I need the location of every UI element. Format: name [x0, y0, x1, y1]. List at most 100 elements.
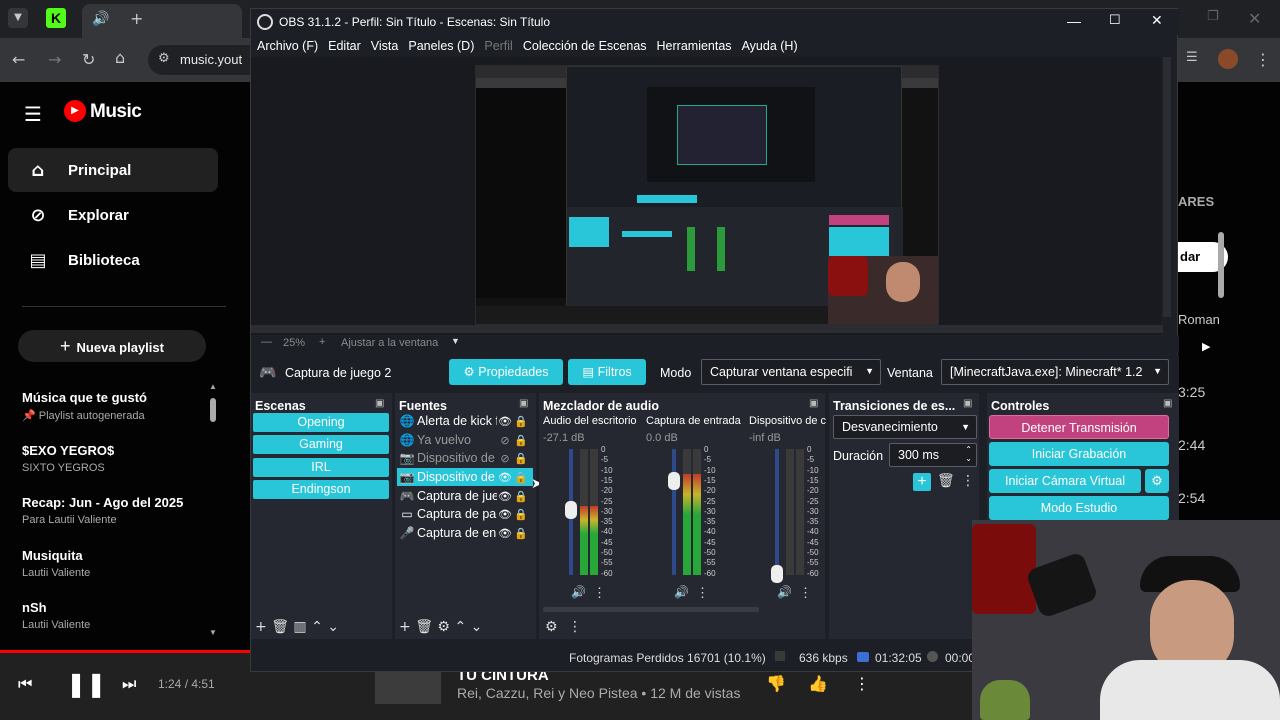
back-icon[interactable]: ←	[12, 50, 25, 69]
virtual-camera-settings-icon[interactable]: ⚙	[1145, 469, 1169, 493]
forward-icon[interactable]: →	[48, 50, 61, 69]
extensions-icon[interactable]: ☰	[1186, 50, 1198, 65]
playlist-item[interactable]: $EXO YEGRO$ SIXTO YEGROS	[22, 443, 212, 474]
lock-icon[interactable]: 🔒	[513, 508, 529, 521]
more-options-icon[interactable]: ⋮	[854, 674, 870, 693]
site-settings-icon[interactable]: ⚙	[158, 51, 170, 66]
remove-source-icon[interactable]: 🗑	[415, 619, 433, 635]
transition-select[interactable]: Desvanecimiento ▼	[833, 415, 977, 439]
sidebar-scrollbar[interactable]	[210, 398, 216, 422]
album-thumbnail[interactable]	[375, 668, 441, 704]
preview-scrollbar[interactable]	[1163, 57, 1171, 317]
fit-window-label[interactable]: Ajustar a la ventana	[341, 337, 438, 349]
source-row[interactable]: 🎤 Captura de en 👁 🔒	[397, 524, 533, 542]
menu-dots-icon[interactable]: ⋮	[1255, 50, 1271, 69]
menu-coleccion[interactable]: Colección de Escenas	[523, 39, 647, 53]
menu-herramientas[interactable]: Herramientas	[657, 39, 732, 53]
menu-perfil[interactable]: Perfil	[484, 39, 512, 53]
scene-irl[interactable]: IRL	[253, 458, 389, 477]
menu-archivo[interactable]: Archivo (F)	[257, 39, 318, 53]
channel-menu-icon[interactable]: ⋮	[799, 585, 812, 601]
source-row[interactable]: 📷 Dispositivo de ⊘ 🔒	[397, 449, 533, 467]
hamburger-icon[interactable]: ☰	[24, 102, 42, 126]
remove-scene-icon[interactable]: 🗑	[271, 619, 289, 635]
duration-spinbox[interactable]: 300 ms ⌃ ⌄	[889, 443, 977, 467]
scene-filters-icon[interactable]: ▥	[293, 619, 306, 635]
transition-menu-icon[interactable]: ⋮	[961, 473, 975, 489]
scene-endingson[interactable]: Endingson	[253, 480, 389, 499]
mute-icon[interactable]: 🔊	[674, 585, 689, 599]
source-row[interactable]: 🎮 Captura de jue 👁 🔒	[397, 487, 533, 505]
fit-dropdown-icon[interactable]: ▼	[451, 336, 460, 346]
menu-vista[interactable]: Vista	[371, 39, 399, 53]
scene-gaming[interactable]: Gaming	[253, 435, 389, 454]
eye-icon[interactable]: 👁	[497, 527, 513, 540]
spin-down-icon[interactable]: ⌄	[965, 454, 972, 463]
add-transition-button[interactable]: +	[913, 473, 931, 491]
add-source-icon[interactable]: +	[399, 619, 411, 635]
volume-fader-knob[interactable]	[565, 501, 577, 520]
properties-button[interactable]: ⚙ Propiedades	[449, 359, 563, 385]
nav-principal[interactable]: ⌂ Principal	[8, 148, 218, 192]
preview-hscrollbar[interactable]	[251, 325, 1163, 333]
content-scrollbar[interactable]	[1218, 232, 1224, 298]
add-scene-icon[interactable]: +	[255, 619, 267, 635]
volume-fader-knob[interactable]	[771, 565, 783, 583]
mode-select[interactable]: Capturar ventana especifi ▼	[701, 359, 881, 385]
move-up-icon[interactable]: ⌃	[311, 619, 323, 635]
dock-settings-icon[interactable]: ▣	[963, 398, 972, 409]
stop-stream-button[interactable]: Detener Transmisión	[989, 415, 1169, 439]
volume-fader-track[interactable]	[775, 449, 779, 575]
zoom-in-icon[interactable]: +	[319, 336, 325, 348]
home-icon[interactable]: ⌂	[115, 48, 125, 67]
playlist-item[interactable]: nSh Lautii Valiente	[22, 600, 212, 631]
eye-hidden-icon[interactable]: ⊘	[497, 434, 513, 447]
source-row[interactable]: 🌐 Alerta de kick f 👁 🔒	[397, 412, 533, 430]
volume-fader-track[interactable]	[672, 449, 676, 575]
virtual-camera-button[interactable]: Iniciar Cámara Virtual	[989, 469, 1141, 493]
scroll-down-icon[interactable]: ▼	[209, 628, 217, 637]
source-settings-icon[interactable]: ⚙	[437, 619, 450, 635]
ytmusic-logo-text[interactable]: Music	[90, 101, 142, 123]
dock-settings-icon[interactable]: ▣	[1163, 398, 1172, 409]
lock-icon[interactable]: 🔒	[513, 452, 529, 465]
lock-icon[interactable]: 🔒	[513, 527, 529, 540]
window-select[interactable]: [MinecraftJava.exe]: Minecraft* 1.2 ▼	[941, 359, 1169, 385]
lock-icon[interactable]: 🔒	[513, 490, 529, 503]
new-tab-icon[interactable]: +	[130, 9, 143, 28]
mixer-settings-icon[interactable]: ⚙	[545, 619, 558, 635]
menu-paneles[interactable]: Paneles (D)	[408, 39, 474, 53]
previous-icon[interactable]: ⏮	[18, 674, 32, 694]
mixer-scrollbar[interactable]	[543, 607, 759, 612]
source-row[interactable]: 🌐 Ya vuelvo ⊘ 🔒	[397, 431, 533, 449]
move-down-icon[interactable]: ⌄	[471, 619, 483, 635]
restore-window-icon[interactable]: ❐	[1207, 9, 1219, 24]
menu-editar[interactable]: Editar	[328, 39, 361, 53]
next-icon[interactable]: ⏭	[122, 674, 136, 694]
mixer-menu-icon[interactable]: ⋮	[568, 619, 582, 635]
close-window-icon[interactable]: ✕	[1248, 9, 1261, 28]
active-tab[interactable]: 🔊	[82, 4, 242, 38]
ytmusic-logo-icon[interactable]: ▶	[64, 100, 86, 122]
dock-settings-icon[interactable]: ▣	[519, 398, 528, 409]
lock-icon[interactable]: 🔒	[513, 434, 529, 447]
profile-avatar[interactable]	[1218, 49, 1238, 69]
eye-icon[interactable]: 👁	[497, 471, 513, 484]
playlist-item[interactable]: Recap: Jun - Ago del 2025 Para Lautii Va…	[22, 495, 212, 526]
obs-preview[interactable]	[251, 57, 1171, 335]
mute-icon[interactable]: 🔊	[777, 585, 792, 599]
remove-transition-icon[interactable]: 🗑	[937, 473, 955, 489]
reload-icon[interactable]: ↻	[82, 50, 95, 69]
dislike-icon[interactable]: 👎	[766, 674, 786, 693]
dock-settings-icon[interactable]: ▣	[375, 398, 384, 409]
scroll-up-icon[interactable]: ▲	[209, 382, 217, 391]
song-subtitle[interactable]: Rei, Cazzu, Rei y Neo Pistea • 12 M de v…	[457, 685, 740, 701]
new-playlist-button[interactable]: + Nueva playlist	[18, 330, 206, 362]
chevron-right-icon[interactable]: ▶	[1202, 340, 1210, 353]
nav-biblioteca[interactable]: ▤ Biblioteca	[8, 238, 218, 282]
menu-ayuda[interactable]: Ayuda (H)	[742, 39, 798, 53]
start-recording-button[interactable]: Iniciar Grabación	[989, 442, 1169, 466]
mute-icon[interactable]: 🔊	[571, 585, 586, 599]
pause-icon[interactable]: ❚❚	[66, 670, 106, 698]
zoom-out-icon[interactable]: —	[261, 336, 272, 348]
